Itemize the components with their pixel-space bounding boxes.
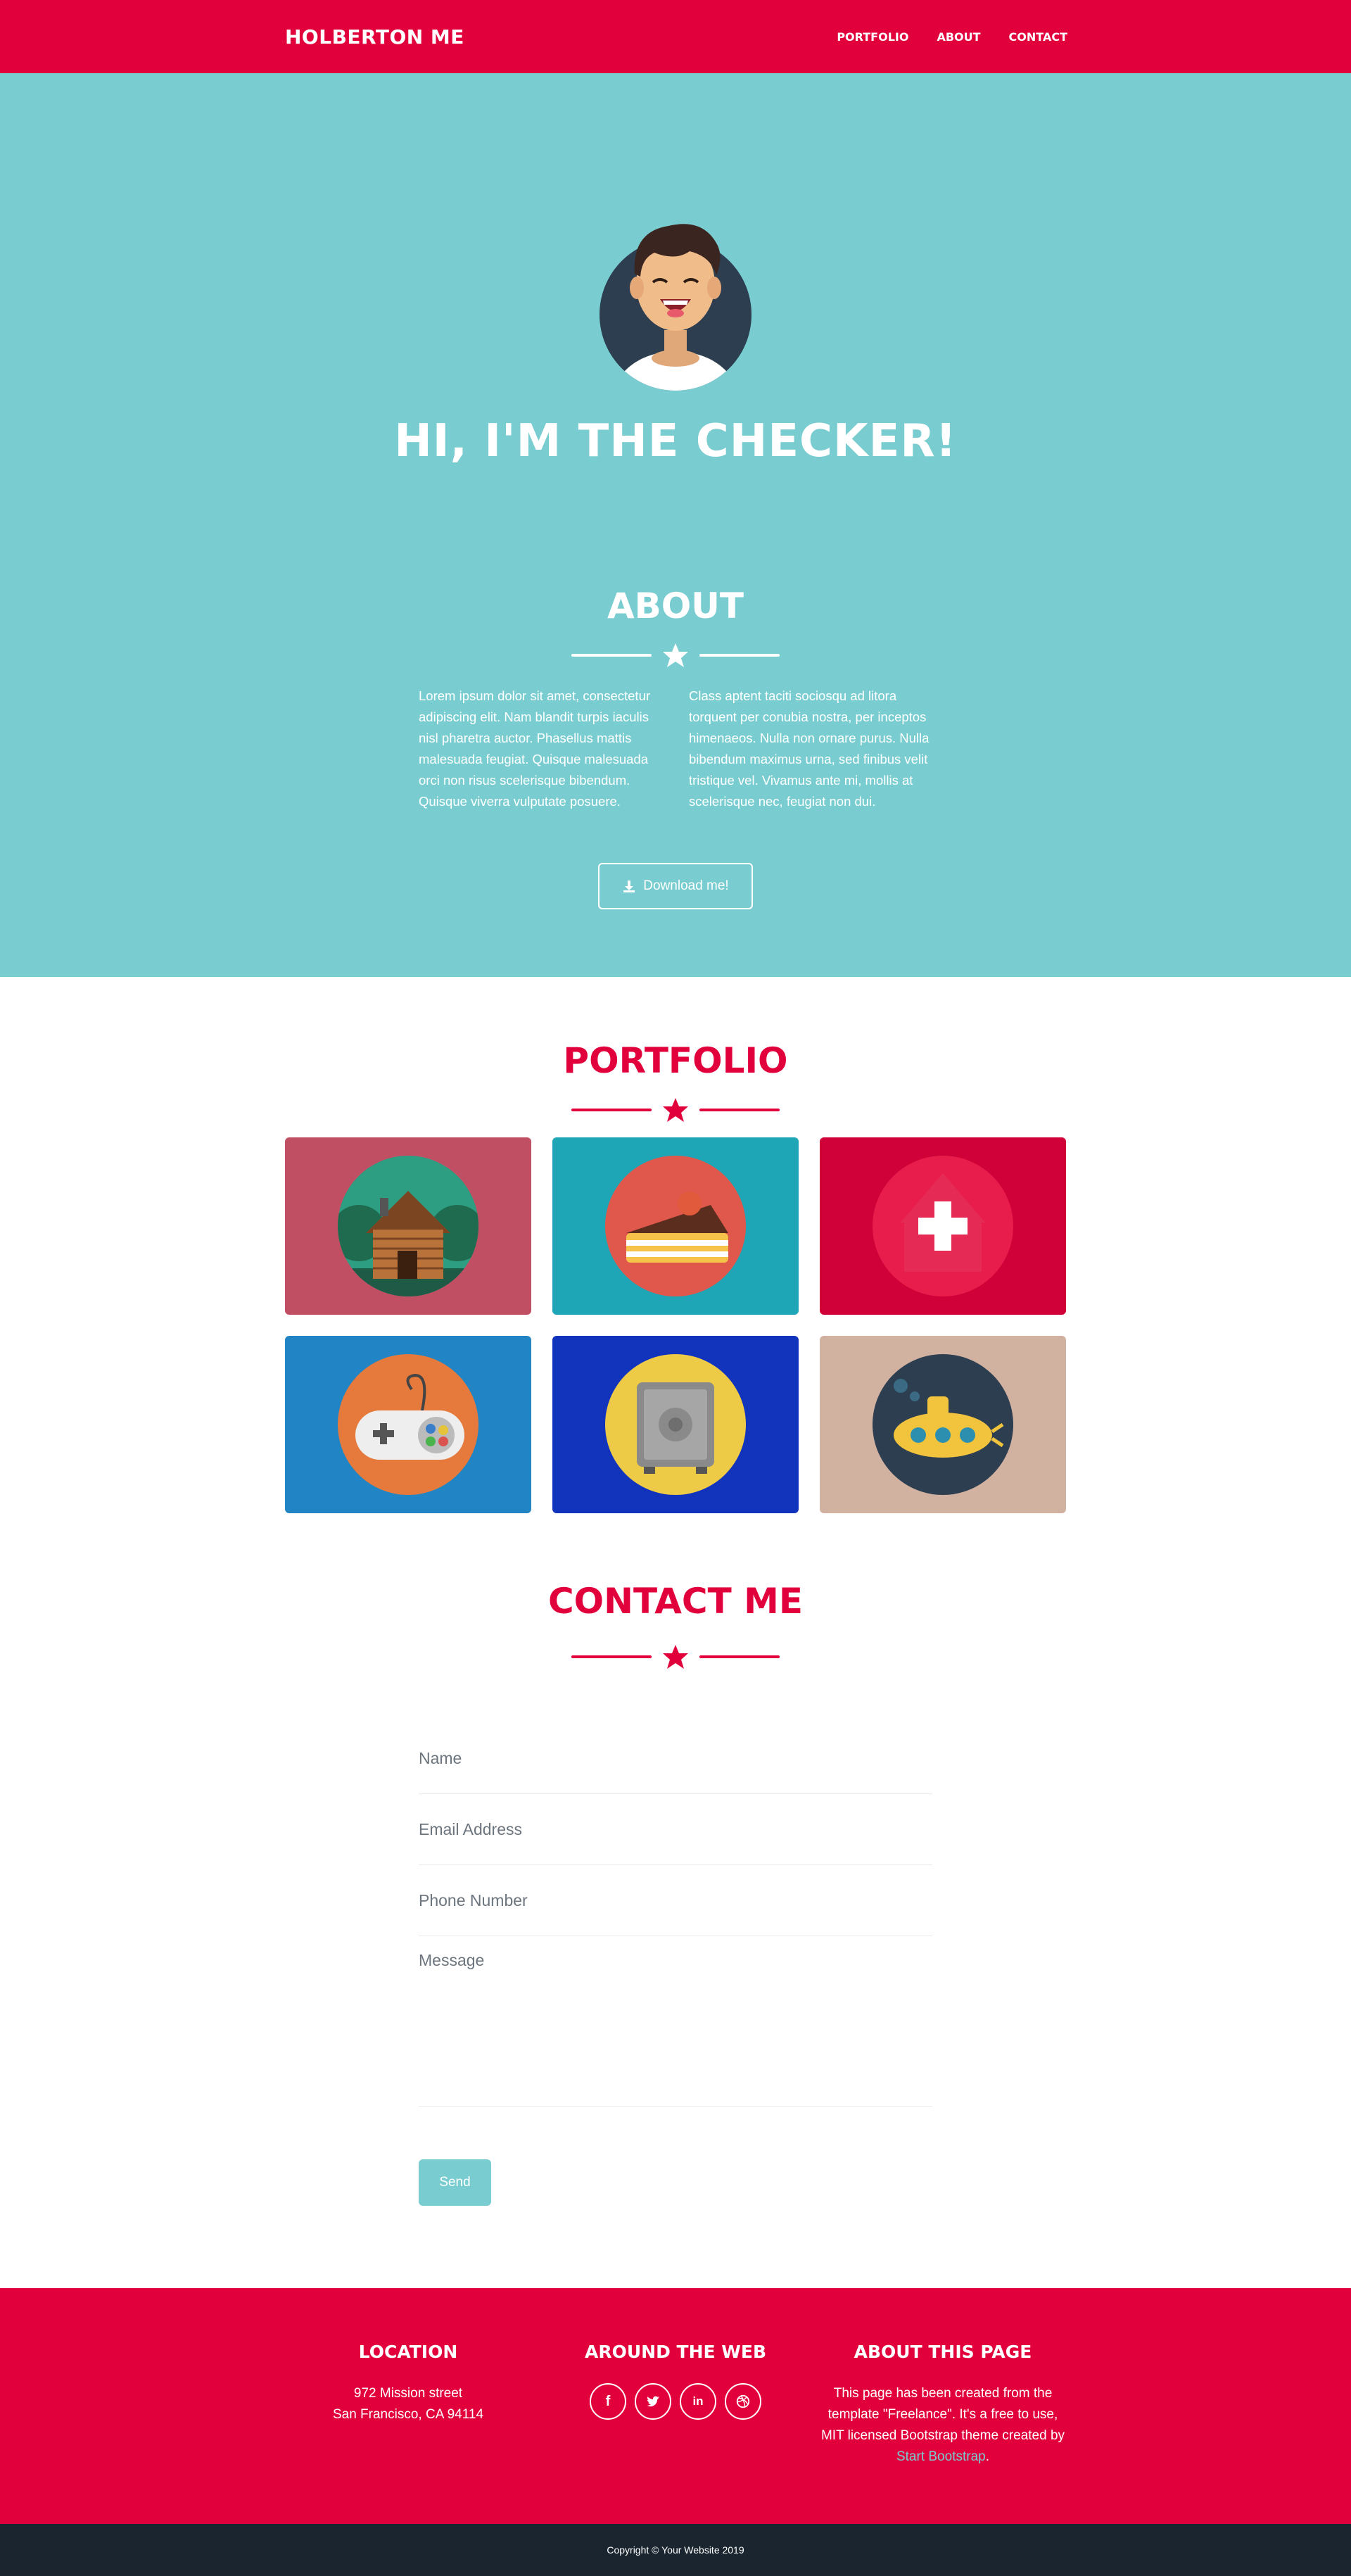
portfolio-item-controller[interactable] <box>285 1336 531 1513</box>
portfolio-item-circus[interactable] <box>820 1137 1066 1315</box>
name-field[interactable]: Name <box>419 1723 932 1794</box>
masthead-title: HI, I'M THE CHECKER! <box>394 415 957 467</box>
brand-logo[interactable]: HOLBERTON ME <box>285 25 464 49</box>
about-paragraph-left: Lorem ipsum dolor sit amet, consectetur … <box>419 688 651 809</box>
submarine-icon <box>873 1354 1013 1495</box>
nav-link-contact[interactable]: CONTACT <box>1009 30 1067 44</box>
about-title: ABOUT <box>607 586 744 626</box>
download-icon <box>623 880 635 892</box>
location-line1: 972 Mission street <box>353 2386 463 2401</box>
circus-tent-icon <box>873 1156 1013 1296</box>
portfolio-divider <box>0 1096 1351 1124</box>
contact-section: CONTACT ME Name Email Address Phone Numb… <box>0 1581 1351 2288</box>
email-field[interactable]: Email Address <box>419 1794 932 1865</box>
star-icon <box>663 1645 688 1669</box>
cabin-icon <box>338 1156 478 1296</box>
portfolio-title: PORTFOLIO <box>563 1040 788 1081</box>
about-divider <box>0 641 1351 669</box>
nav-link-about[interactable]: ABOUT <box>937 30 980 44</box>
copyright-bar: Copyright © Your Website 2019 <box>0 2524 1351 2576</box>
name-placeholder: Name <box>419 1748 462 1767</box>
portfolio-item-safe[interactable] <box>552 1336 799 1513</box>
footer-about: ABOUT THIS PAGE This page has been creat… <box>820 2342 1066 2468</box>
phone-placeholder: Phone Number <box>419 1890 528 1909</box>
about-paragraph-right: Class aptent taciti sociosqu ad litora t… <box>689 688 930 809</box>
email-placeholder: Email Address <box>419 1819 523 1838</box>
download-button-label: Download me! <box>643 878 729 893</box>
game-controller-icon <box>338 1354 478 1495</box>
twitter-icon[interactable] <box>635 2383 671 2420</box>
portfolio-item-submarine[interactable] <box>820 1336 1066 1513</box>
contact-divider <box>0 1643 1351 1671</box>
about-page-text: This page has been created from the temp… <box>820 2386 1065 2464</box>
about-section: ABOUT Lorem ipsum dolor sit amet, consec… <box>0 474 1351 977</box>
star-icon <box>663 1098 688 1122</box>
send-button[interactable]: Send <box>419 2159 491 2206</box>
masthead: HI, I'M THE CHECKER! <box>0 73 1351 509</box>
portfolio-grid <box>285 1137 1066 1513</box>
contact-title: CONTACT ME <box>547 1581 804 1622</box>
copyright-text: Copyright © Your Website 2019 <box>607 2544 744 2556</box>
social-links: f in <box>552 2383 799 2420</box>
message-field[interactable]: Message <box>419 1936 932 2107</box>
about-page-title: ABOUT THIS PAGE <box>854 2342 1032 2362</box>
footer-location: LOCATION 972 Mission street San Francisc… <box>285 2342 531 2425</box>
facebook-icon[interactable]: f <box>590 2383 626 2420</box>
nav-links: PORTFOLIO ABOUT CONTACT <box>837 30 1067 44</box>
download-button[interactable]: Download me! <box>598 863 753 909</box>
footer: LOCATION 972 Mission street San Francisc… <box>0 2288 1351 2524</box>
portfolio-item-cake[interactable] <box>552 1137 799 1315</box>
smiling-man-avatar-icon <box>598 217 753 392</box>
start-bootstrap-link[interactable]: Start Bootstrap <box>896 2449 986 2464</box>
location-line2: San Francisco, CA 94114 <box>332 2407 484 2422</box>
portfolio-section: PORTFOLIO <box>0 977 1351 1581</box>
safe-icon <box>605 1354 746 1495</box>
navbar: HOLBERTON ME PORTFOLIO ABOUT CONTACT <box>0 0 1351 73</box>
linkedin-icon[interactable]: in <box>680 2383 716 2420</box>
portfolio-item-cabin[interactable] <box>285 1137 531 1315</box>
around-web-title: AROUND THE WEB <box>585 2342 766 2362</box>
contact-form: Name Email Address Phone Number Message <box>419 1723 932 2107</box>
about-text: Lorem ipsum dolor sit amet, consectetur … <box>419 686 937 812</box>
nav-link-portfolio[interactable]: PORTFOLIO <box>837 30 908 44</box>
location-title: LOCATION <box>358 2342 458 2362</box>
dribbble-icon[interactable] <box>725 2383 761 2420</box>
message-placeholder: Message <box>419 1951 485 1969</box>
cake-icon <box>605 1156 746 1296</box>
phone-field[interactable]: Phone Number <box>419 1865 932 1936</box>
footer-around-web: AROUND THE WEB f in <box>552 2342 799 2420</box>
star-icon <box>663 643 688 667</box>
